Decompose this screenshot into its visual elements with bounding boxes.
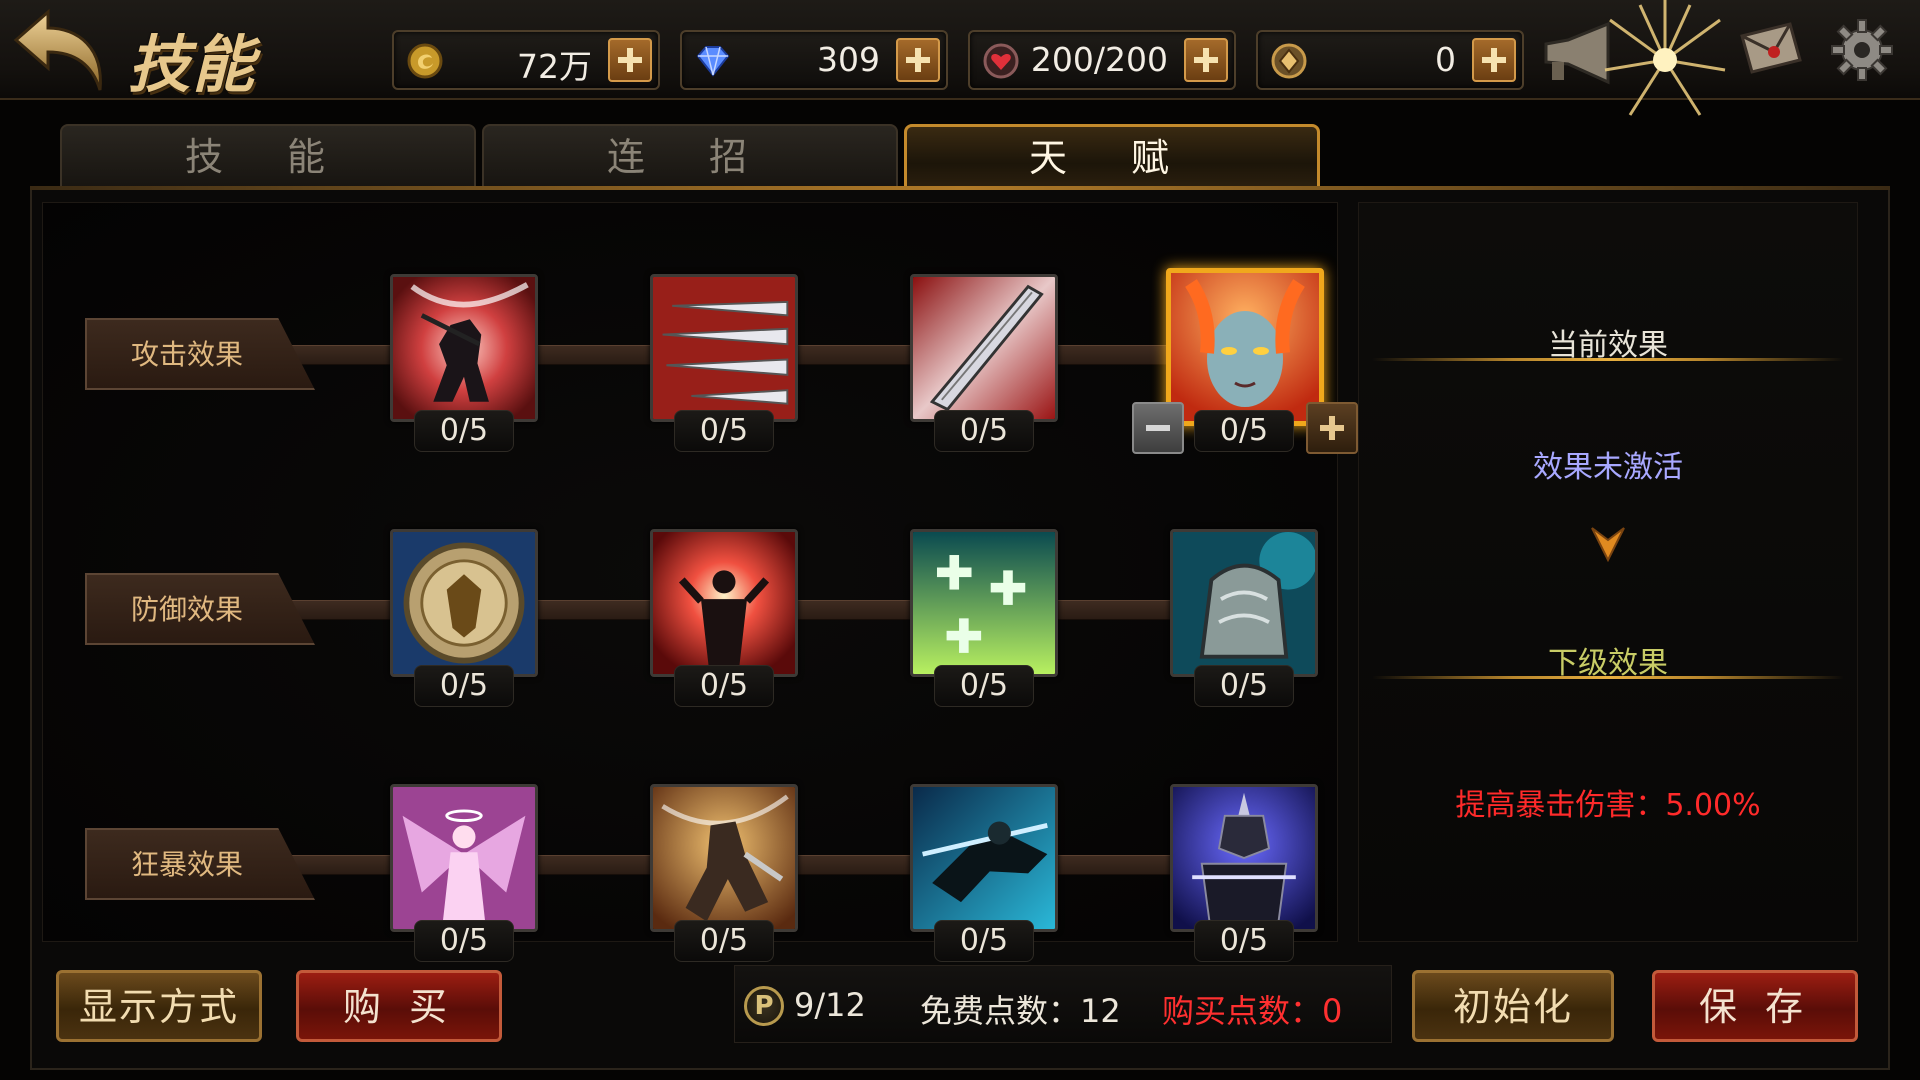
next-effect-text: 提高暴击伤害：5.00% (1455, 788, 1761, 823)
row-label-defense: 防御效果 (85, 573, 315, 645)
current-effect-divider (1372, 358, 1844, 361)
node-count: 0/5 (934, 410, 1034, 452)
node-count: 0/5 (414, 920, 514, 962)
reset-button[interactable]: 初始化 (1412, 970, 1614, 1042)
diamond-icon (694, 42, 732, 80)
diamond-value: 309 (817, 40, 880, 79)
node-count: 0/5 (1194, 920, 1294, 962)
tab-combos[interactable]: 连 招 (482, 124, 898, 188)
tab-talents[interactable]: 天 赋 (904, 124, 1320, 188)
shadow-warrior-icon[interactable] (390, 274, 538, 422)
current-effect-text: 效果未激活 (1533, 450, 1683, 485)
node-count: 0/5 (1194, 665, 1294, 707)
node-count: 0/5 (674, 920, 774, 962)
node-count: 0/5 (934, 920, 1034, 962)
node-count: 0/5 (674, 665, 774, 707)
mail-icon[interactable] (1736, 20, 1806, 80)
gold-coin-icon (406, 42, 444, 80)
next-effect-divider (1372, 676, 1844, 679)
winged-angel-icon[interactable] (390, 784, 538, 932)
healing-crosses-icon[interactable] (910, 529, 1058, 677)
row-label-berserk: 狂暴效果 (85, 828, 315, 900)
node-count: 0/5 (934, 665, 1034, 707)
starburst-effect-icon (1600, 0, 1730, 120)
token-icon (1270, 42, 1308, 80)
token-value: 0 (1435, 40, 1456, 79)
down-arrow-icon (1588, 522, 1628, 563)
power-burst-icon[interactable] (650, 529, 798, 677)
add-stamina-button[interactable] (1184, 38, 1228, 82)
tab-skills[interactable]: 技 能 (60, 124, 476, 188)
free-points: 免费点数：12 (920, 992, 1121, 1030)
top-bar: 技能 72万 309 200/200 0 (0, 0, 1920, 116)
decrease-point-button[interactable] (1132, 402, 1184, 454)
page-title: 技能 (128, 28, 257, 101)
gold-value: 72万 (517, 47, 592, 86)
stamina-heart-icon (982, 42, 1020, 80)
node-count: 0/5 (674, 410, 774, 452)
add-diamond-button[interactable] (896, 38, 940, 82)
diamond-counter: 309 (680, 30, 948, 90)
save-button[interactable]: 保 存 (1652, 970, 1858, 1042)
display-mode-button[interactable]: 显示方式 (56, 970, 262, 1042)
settings-gear-icon[interactable] (1830, 18, 1894, 82)
dark-rider-icon[interactable] (910, 784, 1058, 932)
triple-blades-icon[interactable] (650, 274, 798, 422)
token-counter: 0 (1256, 30, 1524, 90)
gold-counter: 72万 (392, 30, 660, 90)
bought-points: 购买点数：0 (1162, 992, 1343, 1030)
row-label-attack: 攻击效果 (85, 318, 315, 390)
node-count: 0/5 (414, 410, 514, 452)
effect-panel (1358, 202, 1858, 942)
back-arrow-icon[interactable] (8, 6, 108, 96)
stamina-value: 200/200 (1030, 40, 1168, 79)
fire-maiden-icon[interactable] (1166, 268, 1324, 426)
armored-gauntlet-icon[interactable] (1170, 529, 1318, 677)
talent-point-icon: P (744, 986, 784, 1026)
round-shield-icon[interactable] (390, 529, 538, 677)
buy-button[interactable]: 购 买 (296, 970, 502, 1042)
dark-knight-icon[interactable] (1170, 784, 1318, 932)
node-count: 0/5 (1194, 410, 1294, 452)
sword-slash-icon[interactable] (910, 274, 1058, 422)
stamina-counter: 200/200 (968, 30, 1236, 90)
points-value: 9/12 (794, 986, 866, 1024)
berserker-icon[interactable] (650, 784, 798, 932)
node-count: 0/5 (414, 665, 514, 707)
add-token-button[interactable] (1472, 38, 1516, 82)
add-gold-button[interactable] (608, 38, 652, 82)
increase-point-button[interactable] (1306, 402, 1358, 454)
